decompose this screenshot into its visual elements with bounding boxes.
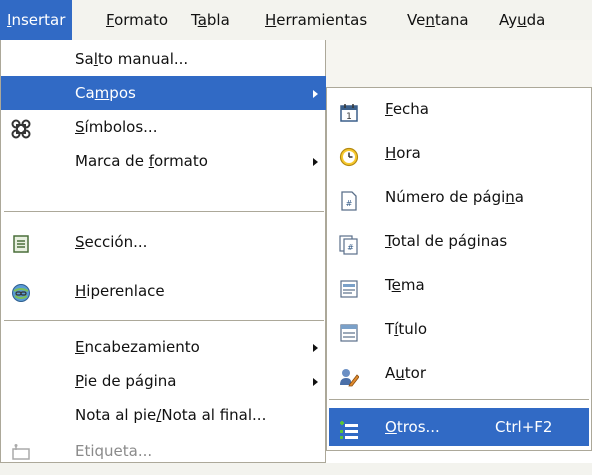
calendar-icon: 1 (339, 99, 359, 122)
menu-bar: Insertar Formato Tabla Herramientas Vent… (0, 0, 592, 41)
arrow-right-icon (313, 158, 318, 166)
campos-submenu: 1 Fecha Hora # Número de página # Total … (326, 87, 592, 451)
other-fields-icon (339, 417, 359, 439)
item-simbolos[interactable]: Símbolos... (1, 110, 326, 144)
insertar-dropdown: Salto manual... Campos Símbolos... Marca… (0, 40, 326, 463)
subject-icon (339, 275, 359, 298)
item-pie-de-pagina[interactable]: Pie de página (1, 364, 326, 398)
arrow-right-icon (313, 378, 318, 386)
menu-tabla[interactable]: Tabla (184, 0, 237, 40)
title-icon (339, 319, 359, 342)
item-campos[interactable]: Campos (1, 76, 326, 110)
symbols-icon (11, 117, 31, 139)
page-number-icon: # (339, 187, 359, 211)
item-seccion[interactable]: Sección... (1, 225, 326, 259)
separator (329, 399, 589, 400)
svg-text:1: 1 (346, 112, 352, 122)
subitem-numero-de-pagina[interactable]: # Número de página (329, 178, 589, 216)
total-pages-icon: # (339, 231, 359, 255)
menu-ayuda[interactable]: Ayuda (492, 0, 552, 40)
menu-ventana[interactable]: Ventana (400, 0, 476, 40)
menu-herramientas[interactable]: Herramientas (258, 0, 374, 40)
item-marca-de-formato[interactable]: Marca de formato (1, 144, 326, 178)
subitem-tema[interactable]: Tema (329, 266, 589, 304)
hyperlink-icon (11, 281, 31, 302)
menu-insertar[interactable]: Insertar (0, 0, 73, 40)
item-nota-al-pie[interactable]: Nota al pie/Nota al final... (1, 398, 326, 432)
item-hiperenlace[interactable]: Hiperenlace (1, 274, 326, 308)
arrow-right-icon (313, 90, 318, 98)
svg-text:#: # (346, 199, 353, 208)
shortcut-text: Ctrl+F2 (495, 418, 553, 436)
subitem-autor[interactable]: Autor (329, 354, 589, 392)
clock-icon (339, 143, 359, 167)
arrow-right-icon (313, 344, 318, 352)
subitem-otros[interactable]: Otros... Ctrl+F2 (329, 408, 589, 446)
author-icon (339, 363, 360, 387)
separator (4, 211, 324, 212)
subitem-hora[interactable]: Hora (329, 134, 589, 172)
item-salto-manual[interactable]: Salto manual... (1, 42, 326, 76)
svg-text:#: # (347, 243, 354, 252)
label-icon (11, 441, 31, 461)
separator (4, 320, 324, 321)
subitem-titulo[interactable]: Título (329, 310, 589, 348)
item-encabezamiento[interactable]: Encabezamiento (1, 330, 326, 364)
menu-formato[interactable]: Formato (99, 0, 175, 40)
subitem-total-de-paginas[interactable]: # Total de páginas (329, 222, 589, 260)
section-icon (11, 232, 31, 253)
subitem-fecha[interactable]: 1 Fecha (329, 90, 589, 128)
